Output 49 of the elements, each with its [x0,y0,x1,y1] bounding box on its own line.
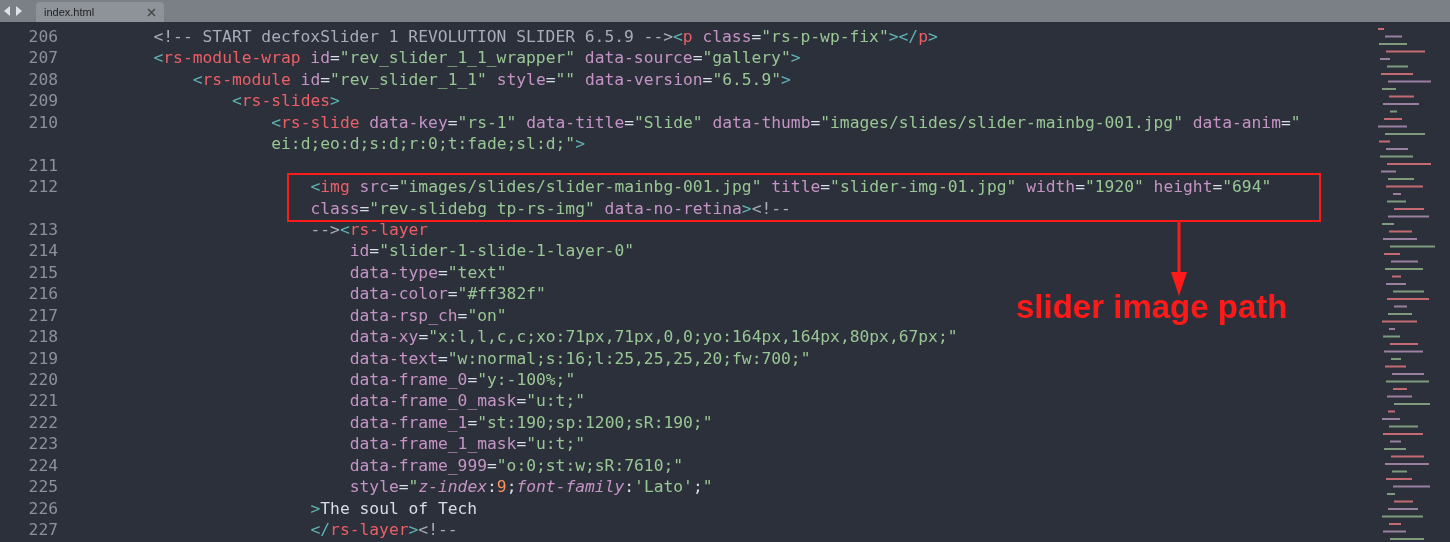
code-line: </rs-layer><!-- [310,520,458,540]
line-number: 206 [28,27,58,46]
close-icon[interactable] [147,7,156,17]
code-line: data-rsp_ch="on" [349,305,507,325]
line-number: 226 [28,498,58,518]
code-line: <img src="images/slides/slider-mainbg-001.jpg" title="slider-img-01.jpg" width="1920" height="694" [310,177,1272,197]
line-number: 209 [28,91,58,111]
line-number: 216 [28,284,58,304]
line-number: 218 [28,327,58,347]
file-tab[interactable]: index.html [36,2,164,22]
line-number: 224 [28,455,58,475]
line-number: 222 [28,412,58,432]
line-number: 212 [28,177,58,197]
code-line: data-frame_0="y:-100%;" [349,370,576,389]
line-number: 208 [28,69,58,89]
code-line: class="rev-slidebg tp-rs-img" data-no-retina><!-- [310,198,791,218]
line-number: 214 [28,241,58,261]
code-line: <!-- START decfoxSlider 1 REVOLUTION SLIDER 6.5.9 --><p class="rs-p-wp-fix"></p> [153,27,938,46]
line-number: 219 [28,348,58,368]
code-line: data-frame_0_mask="u:t;" [349,391,586,411]
code-line: <rs-slides> [232,91,340,111]
line-number: 215 [28,262,58,282]
code-line: data-color="#ff382f" [349,284,546,304]
code-line: data-frame_999="o:0;st:w;sR:7610;" [349,455,684,475]
line-number: 225 [28,477,58,497]
tab-navigation-icon[interactable] [4,6,24,16]
code-line: data-text="w:normal;s:16;l:25,25,25,20;fw:700;" [349,348,811,368]
code-line: id="slider-1-slide-1-layer-0" [349,241,635,261]
code-line: style="z-index:9;font-family:'Lato';" [349,477,713,497]
code-line: data-xy="x:l,l,c,c;xo:71px,71px,0,0;yo:164px,164px,80px,67px;" [349,327,958,347]
line-number: 211 [28,155,58,175]
code-line: <rs-module id="rev_slider_1_1" style="" data-version="6.5.9"> [192,69,791,89]
code-line: <rs-module-wrap id="rev_slider_1_1_wrapper" data-source="gallery"> [153,48,801,68]
line-number: 221 [28,391,58,411]
line-number: 223 [28,434,58,454]
line-number: 207 [28,48,58,68]
code-line: data-type="text" [349,262,507,282]
line-number: 210 [28,112,58,132]
line-number: 217 [28,305,58,325]
code-line: <rs-slide data-key="rs-1" data-title="Slide" data-thumb="images/slides/slider-mainbg-001.jpg" data-anim=" [271,112,1301,132]
annotation-label: slider image path [1016,288,1288,326]
line-number: 227 [28,520,58,540]
code-line: data-frame_1_mask="u:t;" [349,434,586,454]
code-line: ei:d;eo:d;s:d;r:0;t:fade;sl:d;"> [271,134,585,154]
line-number: 220 [28,370,58,389]
code-line: --><rs-layer [310,219,429,239]
code-line: data-frame_1="st:190;sp:1200;sR:190;" [349,412,713,432]
line-number: 213 [28,219,58,239]
code-line: >The soul of Tech [310,498,478,518]
